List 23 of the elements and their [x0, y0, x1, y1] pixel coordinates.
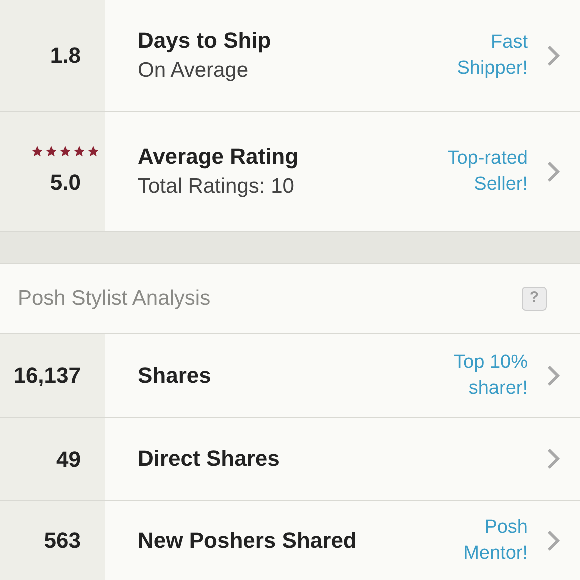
help-button[interactable]: ?	[522, 286, 547, 310]
stat-value: 16,137	[14, 362, 81, 390]
chevron-icon[interactable]	[546, 448, 560, 470]
section-title: Posh Stylist Analysis	[18, 286, 211, 312]
stat-title: Shares	[138, 362, 212, 390]
badge-text: Top 10% sharer!	[454, 350, 528, 400]
stat-title: New Poshers Shared	[138, 526, 358, 554]
stat-value: 1.8	[50, 42, 81, 70]
stat-subtitle: On Average	[138, 58, 250, 84]
stat-value: 5.0	[50, 168, 81, 196]
badge-text: Posh Mentor!	[464, 516, 528, 566]
chevron-icon[interactable]	[546, 44, 560, 66]
stat-subtitle: Total Ratings: 10	[138, 174, 296, 200]
stat-title: Average Rating	[138, 142, 300, 171]
chevron-icon[interactable]	[546, 160, 560, 182]
chevron-icon[interactable]	[546, 364, 560, 386]
chevron-icon[interactable]	[546, 530, 560, 552]
stat-value: 563	[44, 527, 81, 555]
badge-text: Top-rated Seller!	[448, 146, 528, 196]
stat-value: 49	[56, 446, 81, 474]
stat-title: Direct Shares	[138, 445, 281, 473]
badge-text: Fast Shipper!	[457, 30, 528, 80]
stat-title: Days to Ship	[138, 26, 272, 55]
